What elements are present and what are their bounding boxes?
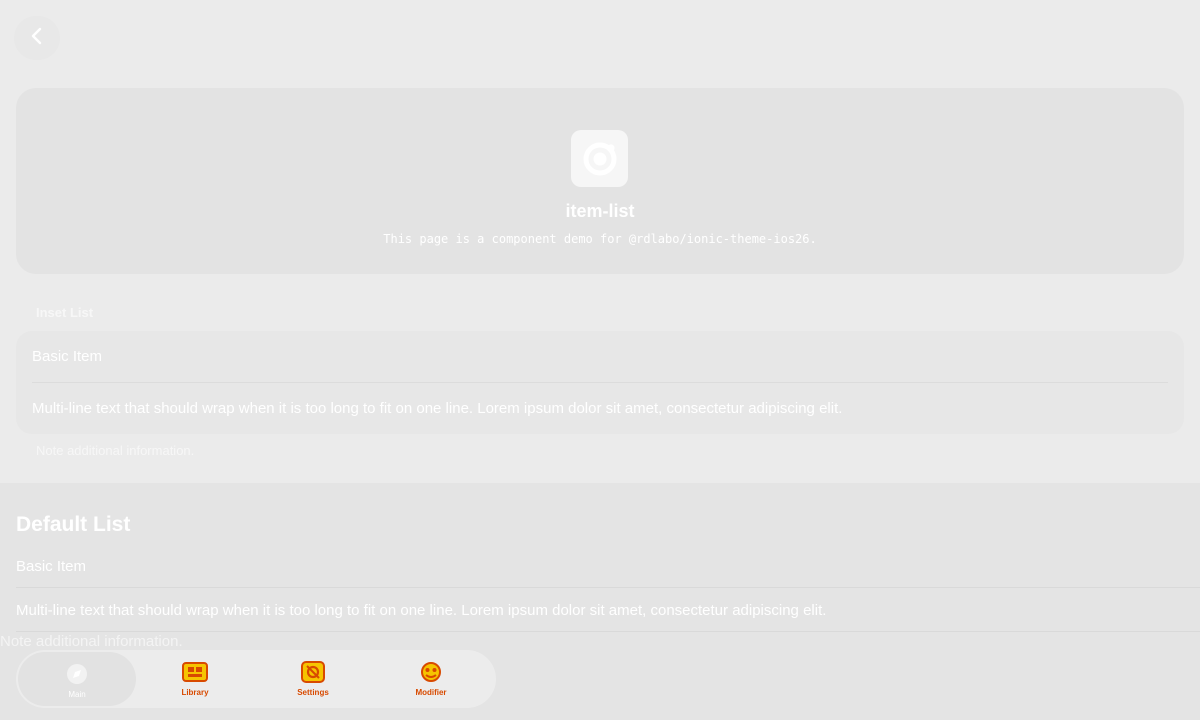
divider [16, 587, 1200, 588]
tab-main[interactable]: Main [18, 652, 136, 706]
tab-label: Main [68, 690, 86, 699]
back-button[interactable] [14, 16, 60, 60]
hero-card: item-list This page is a component demo … [16, 88, 1184, 274]
tab-label: Library [181, 688, 209, 697]
tab-library[interactable]: Library [136, 650, 254, 708]
default-list-title: Default List [16, 513, 131, 536]
ionic-logo-icon [571, 130, 628, 187]
list-item[interactable]: Basic Item [32, 348, 1168, 365]
chevron-left-icon [30, 27, 44, 50]
library-icon [181, 660, 209, 684]
page-title: item-list [565, 201, 635, 221]
tab-label: Settings [297, 688, 329, 697]
inset-list-note: Note additional information. [36, 443, 195, 458]
divider [32, 382, 1168, 383]
tab-modifier[interactable]: Modifier [372, 650, 490, 708]
page-subtitle: This page is a component demo for @rdlab… [383, 232, 817, 246]
page: item-list This page is a component demo … [0, 0, 1200, 720]
divider [16, 631, 1200, 632]
settings-icon [299, 660, 327, 684]
list-item[interactable]: Basic Item [16, 558, 1200, 575]
modifier-icon [417, 660, 445, 684]
inset-list: Basic Item Multi-line text that should w… [16, 331, 1184, 434]
tab-label: Modifier [415, 688, 447, 697]
compass-icon [63, 662, 91, 686]
inset-list-header: Inset List [36, 305, 94, 320]
list-item[interactable]: Multi-line text that should wrap when it… [32, 400, 1168, 417]
tab-bar: Main Library Settings Modifier [16, 650, 496, 708]
default-list-note: Note additional information. [0, 633, 183, 650]
tab-settings[interactable]: Settings [254, 650, 372, 708]
list-item[interactable]: Multi-line text that should wrap when it… [16, 602, 1200, 619]
